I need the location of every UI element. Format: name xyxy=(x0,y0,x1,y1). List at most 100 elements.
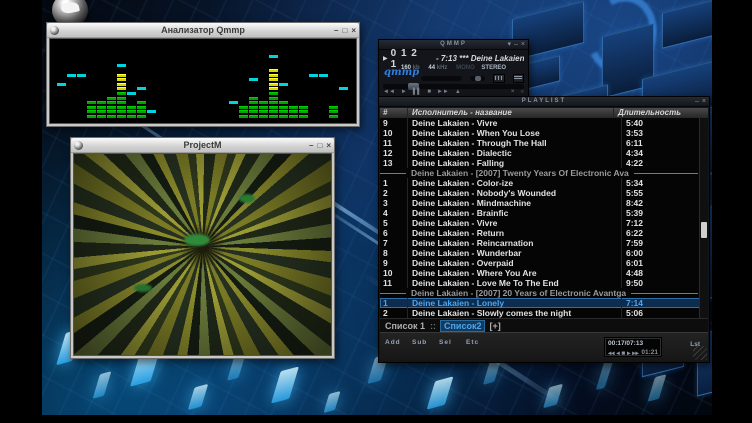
track-number: 4 xyxy=(380,208,408,218)
balance-slider[interactable] xyxy=(470,76,486,81)
stereo-indicator: STEREO xyxy=(481,65,506,71)
track-title: Deine Lakaien - Nobody's Wounded xyxy=(408,188,622,198)
track-number: 11 xyxy=(380,138,408,148)
playlist-row[interactable]: 11Deine Lakaien - Through The Hall6:11 xyxy=(380,138,708,148)
spectrum-bar xyxy=(57,39,67,123)
playlist-row[interactable]: 2Deine Lakaien - Slowly comes the night5… xyxy=(380,308,708,318)
playlist-row[interactable]: 1Deine Lakaien - Color-ize5:34 xyxy=(380,178,708,188)
play-button[interactable]: ► xyxy=(401,89,407,95)
track-title: Deine Lakaien - Love Me To The End xyxy=(408,278,622,288)
wallpaper-light-beam xyxy=(648,374,667,402)
playlist-mini-display: 00:17/07:13 ◂◂ ◂ ■ ▸ ▸▸ 01:21 xyxy=(604,337,662,357)
track-duration: 6:01 xyxy=(622,258,708,268)
playlist-group-row[interactable]: Deine Lakaien - [2007] Twenty Years Of E… xyxy=(380,168,708,178)
scrollbar-thumb[interactable] xyxy=(701,222,707,238)
track-title: Deine Lakaien - Mindmachine xyxy=(408,198,622,208)
playlist-row[interactable]: 3Deine Lakaien - Mindmachine8:42 xyxy=(380,198,708,208)
playlist-row[interactable]: 9Deine Lakaien - Overpaid6:01 xyxy=(380,258,708,268)
column-artist-title[interactable]: Исполнитель - название xyxy=(408,108,614,118)
playlist-row[interactable]: 13Deine Lakaien - Falling4:22 xyxy=(380,158,708,168)
projectm-window: ProjectM – □ × xyxy=(70,137,335,359)
visualization-blob xyxy=(184,234,210,246)
playlist-window: PLAYLIST – × # Исполнитель - название Дл… xyxy=(378,96,710,363)
track-title: Deine Lakaien - Vivre xyxy=(408,218,622,228)
playlist-tabs: Список 1 :: Список2 [+] xyxy=(380,318,708,333)
spectrum-group xyxy=(57,39,157,123)
close-button[interactable]: × xyxy=(702,97,706,106)
track-number: 10 xyxy=(380,128,408,138)
playlist-row[interactable]: 8Deine Lakaien - Wunderbar6:00 xyxy=(380,248,708,258)
column-duration[interactable]: Длительность xyxy=(614,108,700,118)
track-number: 8 xyxy=(380,248,408,258)
track-duration: 7:14 xyxy=(622,298,708,308)
playlist-row-selected[interactable]: 1Deine Lakaien - Lonely7:14 xyxy=(380,298,708,308)
equalizer-button[interactable] xyxy=(493,74,504,83)
repeat-button[interactable]: ○ xyxy=(520,89,524,95)
player-window-title: QMMP xyxy=(379,41,528,47)
etc-button[interactable]: Etc xyxy=(466,339,479,346)
tab-list2-active[interactable]: Список2 xyxy=(441,321,484,331)
previous-button[interactable]: ◄◄ xyxy=(383,89,395,95)
mini-transport-icons[interactable]: ◂◂ ◂ ■ ▸ ▸▸ xyxy=(608,349,639,357)
playlist-row[interactable]: 5Deine Lakaien - Vivre7:12 xyxy=(380,218,708,228)
playlist-row[interactable]: 11Deine Lakaien - Love Me To The End9:50 xyxy=(380,278,708,288)
resize-grip[interactable] xyxy=(693,346,707,360)
playlist-row[interactable]: 4Deine Lakaien - Brainfic5:39 xyxy=(380,208,708,218)
playlist-titlebar[interactable]: PLAYLIST – × xyxy=(379,97,709,107)
add-button[interactable]: Add xyxy=(385,339,401,346)
minimize-button[interactable]: – xyxy=(309,141,313,150)
volume-slider[interactable] xyxy=(421,76,462,81)
playlist-button[interactable] xyxy=(513,74,524,83)
playlist-row[interactable]: 7Deine Lakaien - Reincarnation7:59 xyxy=(380,238,708,248)
track-number: 12 xyxy=(380,148,408,158)
add-tab-button[interactable]: [+] xyxy=(489,321,500,331)
spectrum-analyzer xyxy=(49,38,357,124)
track-title: Deine Lakaien - Return xyxy=(408,228,622,238)
tab-list1[interactable]: Список 1 xyxy=(385,321,425,331)
spectrum-bar xyxy=(249,39,259,123)
playlist-scrollbar[interactable] xyxy=(699,118,708,318)
track-number: 9 xyxy=(380,258,408,268)
spectrum-bar xyxy=(259,39,269,123)
playlist-row[interactable]: 2Deine Lakaien - Nobody's Wounded5:55 xyxy=(380,188,708,198)
track-title: Deine Lakaien - Slowly comes the night xyxy=(408,308,622,318)
close-button[interactable]: × xyxy=(521,40,525,49)
close-button[interactable]: × xyxy=(351,26,356,35)
track-duration: 4:48 xyxy=(622,268,708,278)
playlist-row[interactable]: 10Deine Lakaien - Where You Are4:48 xyxy=(380,268,708,278)
minimize-button[interactable]: – xyxy=(514,40,518,49)
spectrum-bar xyxy=(147,39,157,123)
analyzer-titlebar[interactable]: Анализатор Qmmp – □ × xyxy=(47,23,359,38)
playlist-row[interactable]: 9Deine Lakaien - Vivre5:40 xyxy=(380,118,708,128)
shade-button[interactable]: – xyxy=(695,97,699,106)
track-title: Deine Lakaien - Lonely xyxy=(408,298,622,308)
track-title: Deine Lakaien - Overpaid xyxy=(408,258,622,268)
shade-button[interactable]: ▾ xyxy=(507,40,511,49)
maximize-button[interactable]: □ xyxy=(317,141,322,150)
track-number: 5 xyxy=(380,218,408,228)
spectrum-bar xyxy=(329,39,339,123)
playlist-row[interactable]: 6Deine Lakaien - Return6:22 xyxy=(380,228,708,238)
next-button[interactable]: ►► xyxy=(437,89,449,95)
projectm-titlebar[interactable]: ProjectM – □ × xyxy=(71,138,334,153)
close-button[interactable]: × xyxy=(326,141,331,150)
track-duration: 5:06 xyxy=(622,308,708,318)
sub-button[interactable]: Sub xyxy=(412,339,427,346)
playlist-row[interactable]: 12Deine Lakaien - Dialectic4:34 xyxy=(380,148,708,158)
column-number[interactable]: # xyxy=(380,108,408,118)
eject-button[interactable]: ▲ xyxy=(455,89,461,95)
samplerate-unit: kHz xyxy=(437,65,448,71)
track-number: 10 xyxy=(380,268,408,278)
shuffle-button[interactable]: × xyxy=(511,89,515,95)
playlist-group-row[interactable]: Deine Lakaien - [2007] 20 Years of Elect… xyxy=(380,288,708,298)
playlist-row[interactable]: 10Deine Lakaien - When You Lose3:53 xyxy=(380,128,708,138)
minimize-button[interactable]: – xyxy=(334,26,338,35)
maximize-button[interactable]: □ xyxy=(342,26,347,35)
pause-button[interactable]: ▌▌ xyxy=(413,89,422,95)
stream-info: 160 kb 44 kHz MONO STEREO xyxy=(401,65,524,73)
track-title-marquee[interactable]: - 7:13 *** Deine Lakaien xyxy=(436,54,524,63)
sel-button[interactable]: Sel xyxy=(439,339,452,346)
analyzer-window-title: Анализатор Qmmp xyxy=(47,23,359,37)
stop-button[interactable]: ■ xyxy=(427,89,431,95)
track-duration: 6:00 xyxy=(622,248,708,258)
